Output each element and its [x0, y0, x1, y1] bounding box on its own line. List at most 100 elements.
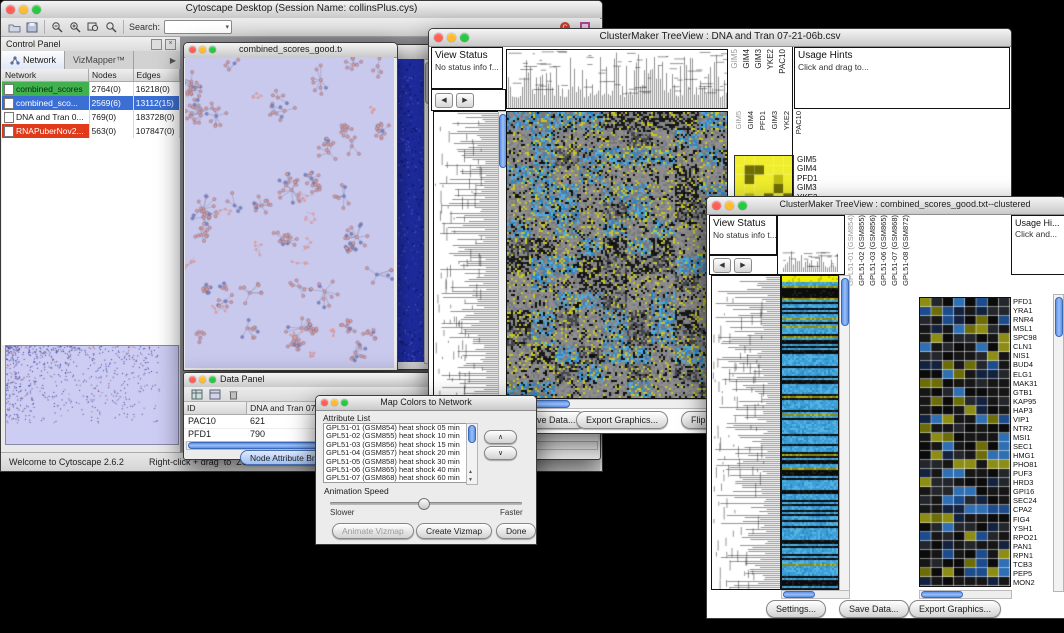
gene-label[interactable]: PEP5	[1013, 569, 1053, 578]
gene-label[interactable]: HMG1	[1013, 451, 1053, 460]
export-graphics-button[interactable]: Export Graphics...	[576, 411, 668, 429]
gene-label[interactable]: HAP3	[1013, 406, 1053, 415]
open-session-icon[interactable]	[5, 20, 23, 35]
column-label[interactable]: GPL51-08 (GSM872)	[901, 215, 910, 286]
slider-thumb[interactable]	[418, 498, 430, 510]
minimize-button[interactable]	[19, 5, 28, 14]
treeview-dna-title-bar[interactable]: ClusterMaker TreeView : DNA and Tran 07-…	[429, 29, 1011, 47]
attribute-list[interactable]: GPL51-01 (GSM854) heat shock 05 minGPL51…	[323, 423, 467, 483]
scrollbar-thumb[interactable]	[841, 278, 849, 326]
gene-label[interactable]: CPA2	[1013, 505, 1053, 514]
float-panel-icon[interactable]	[151, 39, 162, 50]
attribute-list-item[interactable]: GPL51-03 (GSM856) heat shock 15 min	[324, 441, 466, 449]
attribute-list-item[interactable]: GPL51-02 (GSM855) heat shock 10 min	[324, 432, 466, 440]
gene-label[interactable]: RPN1	[1013, 551, 1053, 560]
network-list-row-selected[interactable]: combined_sco... 2569(6) 13112(15)	[2, 96, 180, 110]
network-list-row[interactable]: RNAPuberNov2... 563(0) 107847(0)	[2, 124, 180, 138]
vertical-scrollbar[interactable]	[1053, 294, 1064, 592]
close-button[interactable]	[189, 46, 196, 53]
gene-label[interactable]: HRD3	[1013, 478, 1053, 487]
network-canvas-container[interactable]	[185, 57, 394, 368]
zoom-column-label[interactable]: PFD1	[758, 111, 767, 130]
network-list-row[interactable]: DNA and Tran 0... 769(0) 183728(0)	[2, 110, 180, 124]
zoom-button[interactable]	[460, 33, 469, 42]
column-label[interactable]: GIM3	[754, 49, 763, 69]
attribute-list-item[interactable]: GPL51-07 (GSM868) heat shock 60 min	[324, 474, 466, 482]
minimize-button[interactable]	[447, 33, 456, 42]
minimize-button[interactable]	[199, 376, 206, 383]
minimize-button[interactable]	[725, 201, 734, 210]
gene-label[interactable]: KAP95	[1013, 397, 1053, 406]
gene-label[interactable]: PAN1	[1013, 542, 1053, 551]
network-overview-thumbnail[interactable]	[5, 345, 179, 445]
zoom-selected-icon[interactable]	[102, 20, 120, 35]
scroll-down-icon[interactable]: ▼	[468, 477, 473, 483]
scrollbar-thumb[interactable]	[1055, 297, 1063, 337]
matrix-row-label[interactable]: GIM4	[797, 164, 822, 173]
zoom-button[interactable]	[209, 46, 216, 53]
network-list-row[interactable]: combined_scores 2764(0) 16218(0)	[2, 82, 180, 96]
gene-label[interactable]: VIP1	[1013, 415, 1053, 424]
export-graphics-button[interactable]: Export Graphics...	[909, 600, 1001, 618]
move-down-button[interactable]: ∨	[484, 446, 517, 460]
gene-label[interactable]: NIS1	[1013, 351, 1053, 360]
column-dendrogram[interactable]	[782, 250, 838, 272]
zoom-heatmap[interactable]	[919, 297, 1011, 587]
gene-label[interactable]: SEC1	[1013, 442, 1053, 451]
matrix-row-label[interactable]: GIM5	[797, 155, 822, 164]
animate-vizmap-button[interactable]: Animate Vizmap	[332, 523, 414, 539]
scrollbar-thumb[interactable]	[921, 591, 963, 598]
gene-label[interactable]: SEC24	[1013, 496, 1053, 505]
done-button[interactable]: Done	[496, 523, 536, 539]
main-heatmap[interactable]	[781, 275, 839, 590]
gene-label[interactable]: PFD1	[1013, 297, 1053, 306]
matrix-row-label[interactable]: GIM3	[797, 183, 822, 192]
network-graph-canvas[interactable]	[185, 57, 394, 368]
create-attribute-icon[interactable]	[206, 387, 224, 402]
gene-label[interactable]: PUF3	[1013, 469, 1053, 478]
gene-label[interactable]: NTR2	[1013, 424, 1053, 433]
column-label[interactable]: GIM4	[742, 49, 751, 69]
zoom-column-label[interactable]: GIM5	[734, 111, 743, 129]
close-panel-icon[interactable]: ×	[165, 39, 176, 50]
zoom-column-label[interactable]: GIM3	[770, 111, 779, 129]
id-column-header[interactable]: ID	[184, 402, 247, 415]
gene-label[interactable]: GPI16	[1013, 487, 1053, 496]
zoom-column-label[interactable]: GIM4	[746, 111, 755, 129]
attribute-list-item[interactable]: GPL51-04 (GSM857) heat shock 20 min	[324, 449, 466, 457]
gene-label[interactable]: MSI1	[1013, 433, 1053, 442]
column-label[interactable]: GPL51-07 (GSM868)	[890, 215, 899, 286]
gene-label[interactable]: ELG1	[1013, 370, 1053, 379]
gene-label[interactable]: BUD4	[1013, 360, 1053, 369]
scrollbar-thumb[interactable]	[468, 425, 476, 443]
row-dendrogram[interactable]	[711, 275, 781, 590]
gene-label[interactable]: SPC98	[1013, 333, 1053, 342]
nav-left-icon[interactable]: ◀	[713, 258, 731, 273]
close-button[interactable]	[6, 5, 15, 14]
close-button[interactable]	[712, 201, 721, 210]
column-label[interactable]: PAC10	[778, 49, 787, 74]
zoom-fit-icon[interactable]	[84, 20, 102, 35]
matrix-row-label[interactable]: PFD1	[797, 174, 822, 183]
horizontal-scrollbar[interactable]	[506, 399, 730, 409]
zoom-button[interactable]	[738, 201, 747, 210]
row-dendrogram[interactable]	[433, 111, 499, 399]
zoom-out-icon[interactable]	[48, 20, 66, 35]
close-button[interactable]	[321, 399, 328, 406]
network-window-title-bar[interactable]: combined_scores_good.txt--cluste...	[184, 43, 397, 58]
gene-label[interactable]: MAK31	[1013, 379, 1053, 388]
move-up-button[interactable]: ∧	[484, 430, 517, 444]
tab-network[interactable]: Network	[2, 51, 65, 69]
minimize-button[interactable]	[199, 46, 206, 53]
list-scrollbar[interactable]: ▲ ▼	[466, 423, 478, 485]
main-heatmap[interactable]	[506, 111, 728, 399]
zoom-button[interactable]	[209, 376, 216, 383]
minimize-button[interactable]	[331, 399, 338, 406]
close-button[interactable]	[189, 376, 196, 383]
search-input[interactable]: ▾	[164, 20, 232, 34]
column-label[interactable]: GPL51-02 (GSM855)	[857, 215, 866, 286]
gene-label[interactable]: YSH1	[1013, 524, 1053, 533]
gene-label[interactable]: RPO21	[1013, 533, 1053, 542]
gene-label[interactable]: RNR4	[1013, 315, 1053, 324]
create-vizmap-button[interactable]: Create Vizmap	[416, 523, 492, 539]
